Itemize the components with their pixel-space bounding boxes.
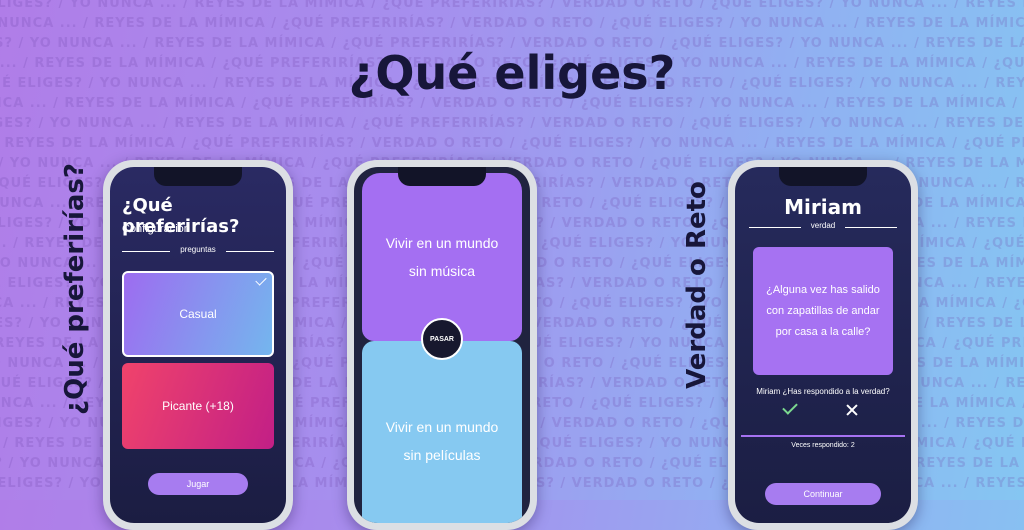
progress-line [741, 435, 905, 437]
choice-option-top-label: Vivir en un mundo sin música [385, 235, 499, 279]
phone-screen: ¿Qué preferirías? Configuración pregunta… [110, 167, 286, 523]
section-label: preguntas [180, 245, 216, 254]
option-casual[interactable]: Casual [122, 271, 274, 357]
answered-count: Veces respondido: 2 [791, 442, 855, 449]
check-icon [255, 274, 267, 286]
question-text: ¿Alguna vez has salido con zapatillas de… [766, 283, 880, 338]
config-subtitle: Configuración [122, 223, 190, 235]
option-casual-label: Casual [179, 307, 217, 321]
pattern-row: ¿QUÉ ELIGES? / YO NUNCA ... / REYES DE L… [0, 16, 1024, 31]
choice-option-bottom-label: Vivir en un mundo sin películas [385, 419, 499, 463]
pattern-row: ¿QUÉ ELIGES? / YO NUNCA ... / REYES DE L… [0, 116, 1024, 131]
phone-screen: Vivir en un mundo sin música Vivir en un… [354, 167, 530, 523]
answer-prompt: Miriam ¿Has respondido a la verdad? [756, 387, 890, 396]
side-label-left: ¿Qué preferirías? [60, 163, 90, 415]
choice-option-top[interactable]: Vivir en un mundo sin música [362, 173, 522, 341]
section-divider: preguntas [122, 245, 274, 254]
phone-screen: Miriam verdad ¿Alguna vez has salido con… [735, 167, 911, 523]
phone-truth-or-dare: Miriam verdad ¿Alguna vez has salido con… [728, 160, 918, 530]
phone-would-you-rather-choice: Vivir en un mundo sin música Vivir en un… [347, 160, 537, 530]
question-card: ¿Alguna vez has salido con zapatillas de… [753, 247, 893, 375]
phone-notch [398, 167, 486, 186]
phone-would-you-rather-setup: ¿Qué preferirías? Configuración pregunta… [103, 160, 293, 530]
check-icon[interactable] [782, 399, 798, 415]
pattern-row: ¿QUÉ ELIGES? / YO NUNCA ... / REYES DE L… [0, 0, 1024, 11]
choice-option-bottom[interactable]: Vivir en un mundo sin películas [362, 341, 522, 523]
close-icon[interactable] [845, 403, 859, 417]
phone-notch [154, 167, 242, 186]
headline: ¿Qué eliges? [348, 46, 676, 100]
player-name: Miriam [784, 195, 862, 219]
option-picante[interactable]: Picante (+18) [122, 363, 274, 449]
play-button[interactable]: Jugar [148, 473, 248, 495]
mode-divider: verdad [749, 221, 897, 230]
pattern-row: ¿QUÉ ELIGES? / YO NUNCA ... / REYES DE L… [0, 136, 1024, 151]
continue-button[interactable]: Continuar [765, 483, 881, 505]
option-picante-label: Picante (+18) [162, 399, 234, 413]
phone-notch [779, 167, 867, 186]
mode-label: verdad [810, 221, 836, 230]
side-label-right: Verdad o Reto [682, 181, 712, 389]
pass-button[interactable]: PASAR [421, 318, 463, 360]
